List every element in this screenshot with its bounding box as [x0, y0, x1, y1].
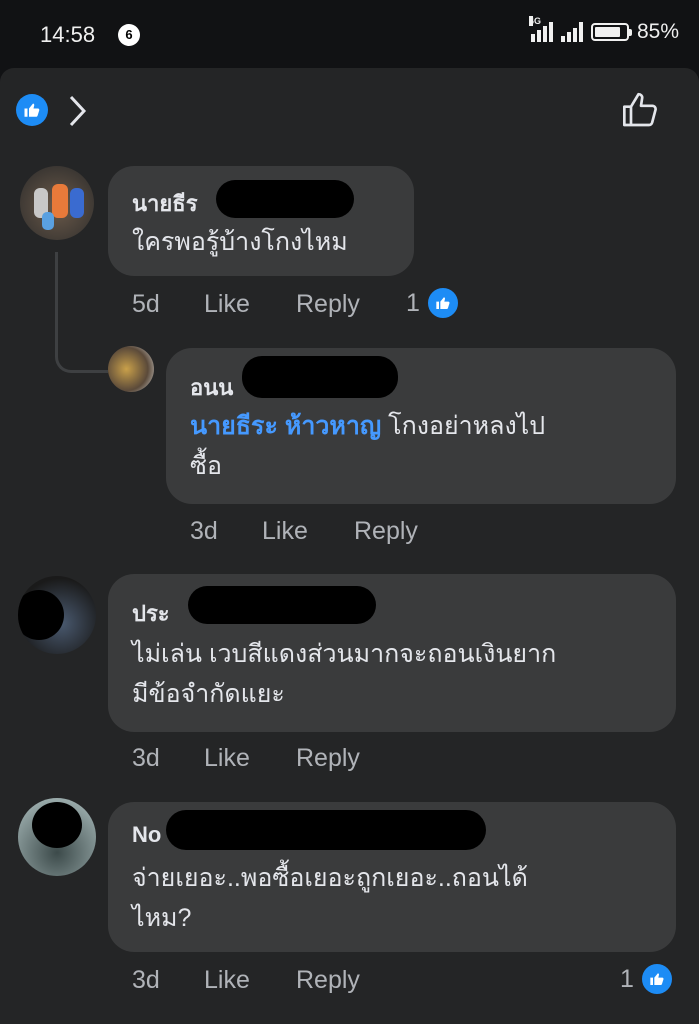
avatar[interactable] [108, 346, 154, 392]
notification-count-badge: 6 [118, 24, 140, 46]
comment-actions: 5d Like Reply [132, 290, 360, 319]
reply-button[interactable]: Reply [296, 966, 360, 995]
reply-button[interactable]: Reply [296, 290, 360, 319]
like-reaction-icon [425, 286, 460, 320]
redaction-mark [166, 810, 486, 850]
comment-age: 3d [132, 744, 160, 772]
comment-text-line-1: ไม่เล่น เวบสีแดงส่วนมากจะถอนเงินยาก [132, 640, 557, 668]
reaction-count[interactable]: 1 [620, 962, 674, 996]
battery-icon [590, 23, 632, 41]
comment-actions: 3d Like Reply [190, 517, 418, 546]
reply-bubble[interactable]: อนน นายธีระ ห้าวหาญ โกงอย่าหลงไป ซื้อ [166, 348, 676, 504]
battery-fill [594, 27, 621, 37]
reply-thread-line [55, 252, 108, 373]
reply-button[interactable]: Reply [354, 517, 418, 546]
like-button[interactable]: Like [204, 966, 296, 995]
mention-link[interactable]: นายธีระ ห้าวหาญ [190, 412, 381, 440]
commenter-name[interactable]: อนน [190, 370, 233, 405]
comments-sheet: นายธีร ใครพอรู้บ้างโกงไหม 5d Like Reply … [0, 68, 699, 1024]
comment-text: โกงอย่าหลงไป [388, 412, 546, 440]
comment-bubble[interactable]: No จ่ายเยอะ..พอซื้อเยอะถูกเยอะ..ถอนได้ ไ… [108, 802, 676, 952]
reaction-count-number: 1 [406, 288, 420, 317]
redaction-mark [188, 586, 376, 624]
clock: 14:58 [40, 22, 96, 47]
chevron-right-icon[interactable] [66, 94, 88, 128]
reply-button[interactable]: Reply [296, 744, 360, 773]
comment-age: 3d [190, 517, 218, 545]
redaction-mark [216, 180, 354, 218]
reaction-count-number: 1 [620, 964, 634, 993]
comment-text-line-2: ไหม? [132, 904, 192, 932]
avatar[interactable] [18, 576, 96, 654]
status-bar: 14:58 6 4G 85% [0, 0, 699, 68]
comment-bubble[interactable]: ประ ไม่เล่น เวบสีแดงส่วนมากจะถอนเงินยาก … [108, 574, 676, 732]
comment-text-line-1: จ่ายเยอะ..พอซื้อเยอะถูกเยอะ..ถอนได้ [132, 864, 528, 892]
like-button[interactable]: Like [204, 744, 296, 773]
comment-text-line-2: มีข้อจำกัดแยะ [132, 680, 285, 708]
commenter-name[interactable]: No [132, 822, 161, 848]
mobile-signal-4g-icon: 4G [528, 16, 553, 42]
comment-age: 3d [132, 966, 160, 994]
reactions-header [0, 68, 699, 148]
like-reaction-icon[interactable] [16, 94, 48, 126]
like-button[interactable]: Like [262, 517, 354, 546]
mobile-signal-icon [560, 22, 583, 42]
redaction-mark [242, 356, 398, 398]
avatar[interactable] [18, 798, 96, 876]
comment-text-line-1: นายธีระ ห้าวหาญ โกงอย่าหลงไป [190, 408, 545, 444]
comment-text-line-2: ซื้อ [190, 452, 222, 480]
reaction-count[interactable]: 1 [406, 286, 460, 320]
comment-actions: 3d Like Reply [132, 744, 360, 773]
comment-bubble[interactable]: นายธีร ใครพอรู้บ้างโกงไหม [108, 166, 414, 276]
battery-percent: 85% [636, 20, 679, 43]
commenter-name[interactable]: ประ [132, 596, 170, 631]
avatar[interactable] [20, 166, 94, 240]
network-type-label: 4G [528, 16, 541, 26]
comment-text: ใครพอรู้บ้างโกงไหม [132, 228, 348, 256]
like-button[interactable]: Like [204, 290, 296, 319]
commenter-name[interactable]: นายธีร [132, 186, 198, 221]
comment-actions: 3d Like Reply [132, 966, 360, 995]
like-outline-icon[interactable] [621, 90, 661, 130]
like-reaction-icon [639, 962, 674, 996]
status-icons: 4G 85% [528, 16, 679, 44]
comment-age: 5d [132, 290, 160, 318]
